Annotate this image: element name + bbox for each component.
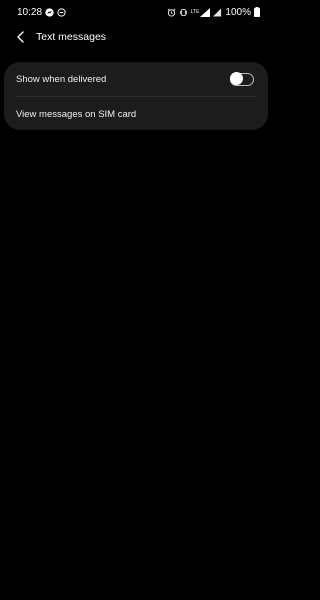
status-time: 10:28 [17,6,43,18]
status-bar: 10:28 LTE 100% [0,0,270,24]
lte-signal-icon: LTE [190,7,211,17]
do-not-disturb-icon [57,7,66,17]
status-right: LTE 100% [167,7,260,18]
alarm-icon [167,8,176,17]
battery-icon [254,7,260,17]
show-when-delivered-row[interactable]: Show when delivered [4,62,268,96]
settings-card: Show when delivered View messages on SIM… [4,62,268,130]
status-left: 10:28 [17,7,66,18]
show-when-delivered-label: Show when delivered [16,73,107,85]
signal-icon [213,7,222,17]
vibrate-icon [179,8,188,17]
app-bar: Text messages [0,24,270,50]
page-title: Text messages [36,31,107,43]
view-sim-messages-label: View messages on SIM card [16,108,137,120]
show-when-delivered-toggle[interactable] [229,72,254,86]
view-sim-messages-row[interactable]: View messages on SIM card [4,97,268,130]
toggle-knob [229,72,243,85]
battery-percent: 100% [225,6,251,18]
network-label: LTE [190,8,200,15]
back-button[interactable] [12,28,30,46]
messenger-notification-icon [45,7,54,17]
chevron-left-icon [17,31,24,43]
